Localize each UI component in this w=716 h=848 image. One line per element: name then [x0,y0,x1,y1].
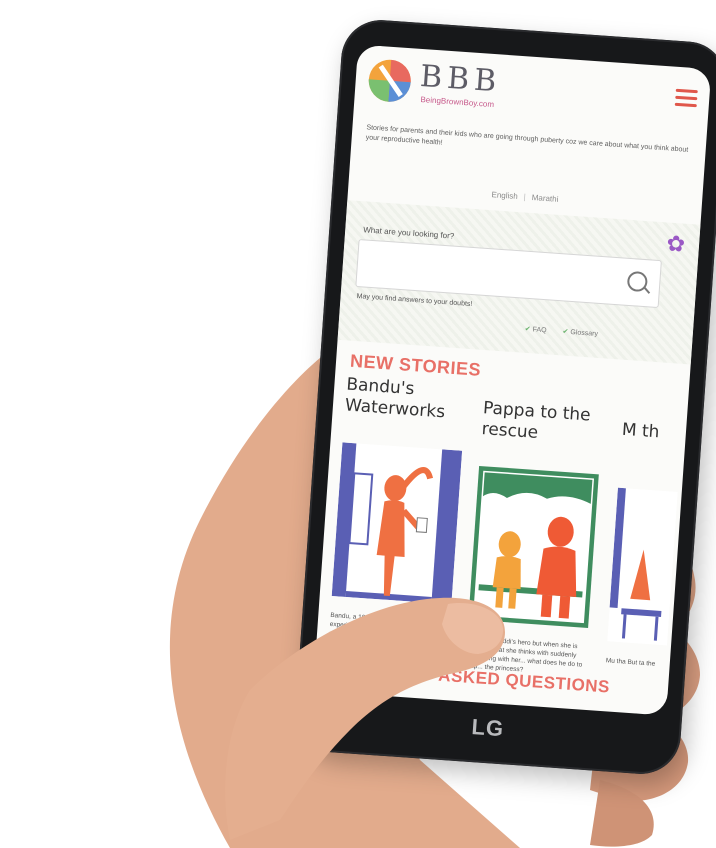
language-option-marathi[interactable]: Marathi [531,193,558,204]
language-option-english[interactable]: English [491,190,518,201]
story-title: M th [621,419,661,443]
story-card[interactable]: Bandu's Waterworks Bandu, a 10 and half … [329,375,477,647]
story-card[interactable]: M th Mu tha But ta the [606,420,703,671]
phone-screen: BBB BeingBrownBoy.com Stories for parent… [313,44,712,716]
story-illustration-father-daughter [467,465,600,629]
story-title: Pappa to the rescue [480,398,592,443]
story-card[interactable]: Pappa to the rescue Pappa is Guddi's her… [465,398,614,679]
tagline: Stories for parents and their kids who a… [365,124,689,154]
quick-links: ✔ FAQ ✔ Glossary [525,325,613,339]
smartphone: BBB BeingBrownBoy.com Stories for parent… [292,17,716,777]
check-icon: ✔ [524,325,531,334]
story-blurb: Mu tha But ta the [605,657,656,668]
story-blurb: Bandu, a 10 and half years old boy is ex… [328,611,458,644]
language-separator: | [523,192,527,202]
story-title: Bandu's Waterworks [344,374,446,423]
photo-scene: BBB BeingBrownBoy.com Stories for parent… [0,0,716,848]
search-help-text: May you find answers to your doubts! [356,292,473,309]
search-section: ✿ What are you looking for? May you find… [337,200,701,365]
bbb-logo-icon [368,59,411,102]
gear-icon[interactable]: ✿ [666,231,686,257]
check-icon: ✔ [562,328,569,336]
search-label: What are you looking for? [362,225,455,241]
story-illustration-partial [607,487,678,646]
brand-name: BBB [418,58,503,100]
quick-link-faq[interactable]: ✔ FAQ [525,326,547,335]
hamburger-menu-icon[interactable] [674,88,698,108]
quick-link-glossary[interactable]: ✔ Glossary [562,328,598,337]
story-illustration-boy-shower [331,442,463,605]
search-icon[interactable] [626,270,649,293]
